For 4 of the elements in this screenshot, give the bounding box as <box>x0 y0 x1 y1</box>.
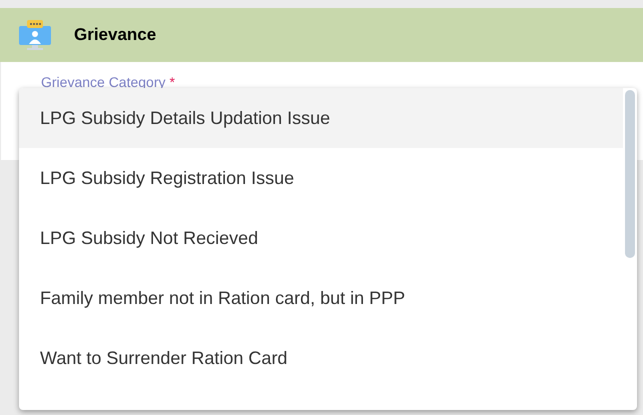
scrollbar-thumb[interactable] <box>625 90 635 258</box>
header-title: Grievance <box>74 24 156 46</box>
monitor-user-icon <box>18 19 52 51</box>
dropdown-option[interactable]: LPG Subsidy Details Updation Issue <box>19 88 623 148</box>
